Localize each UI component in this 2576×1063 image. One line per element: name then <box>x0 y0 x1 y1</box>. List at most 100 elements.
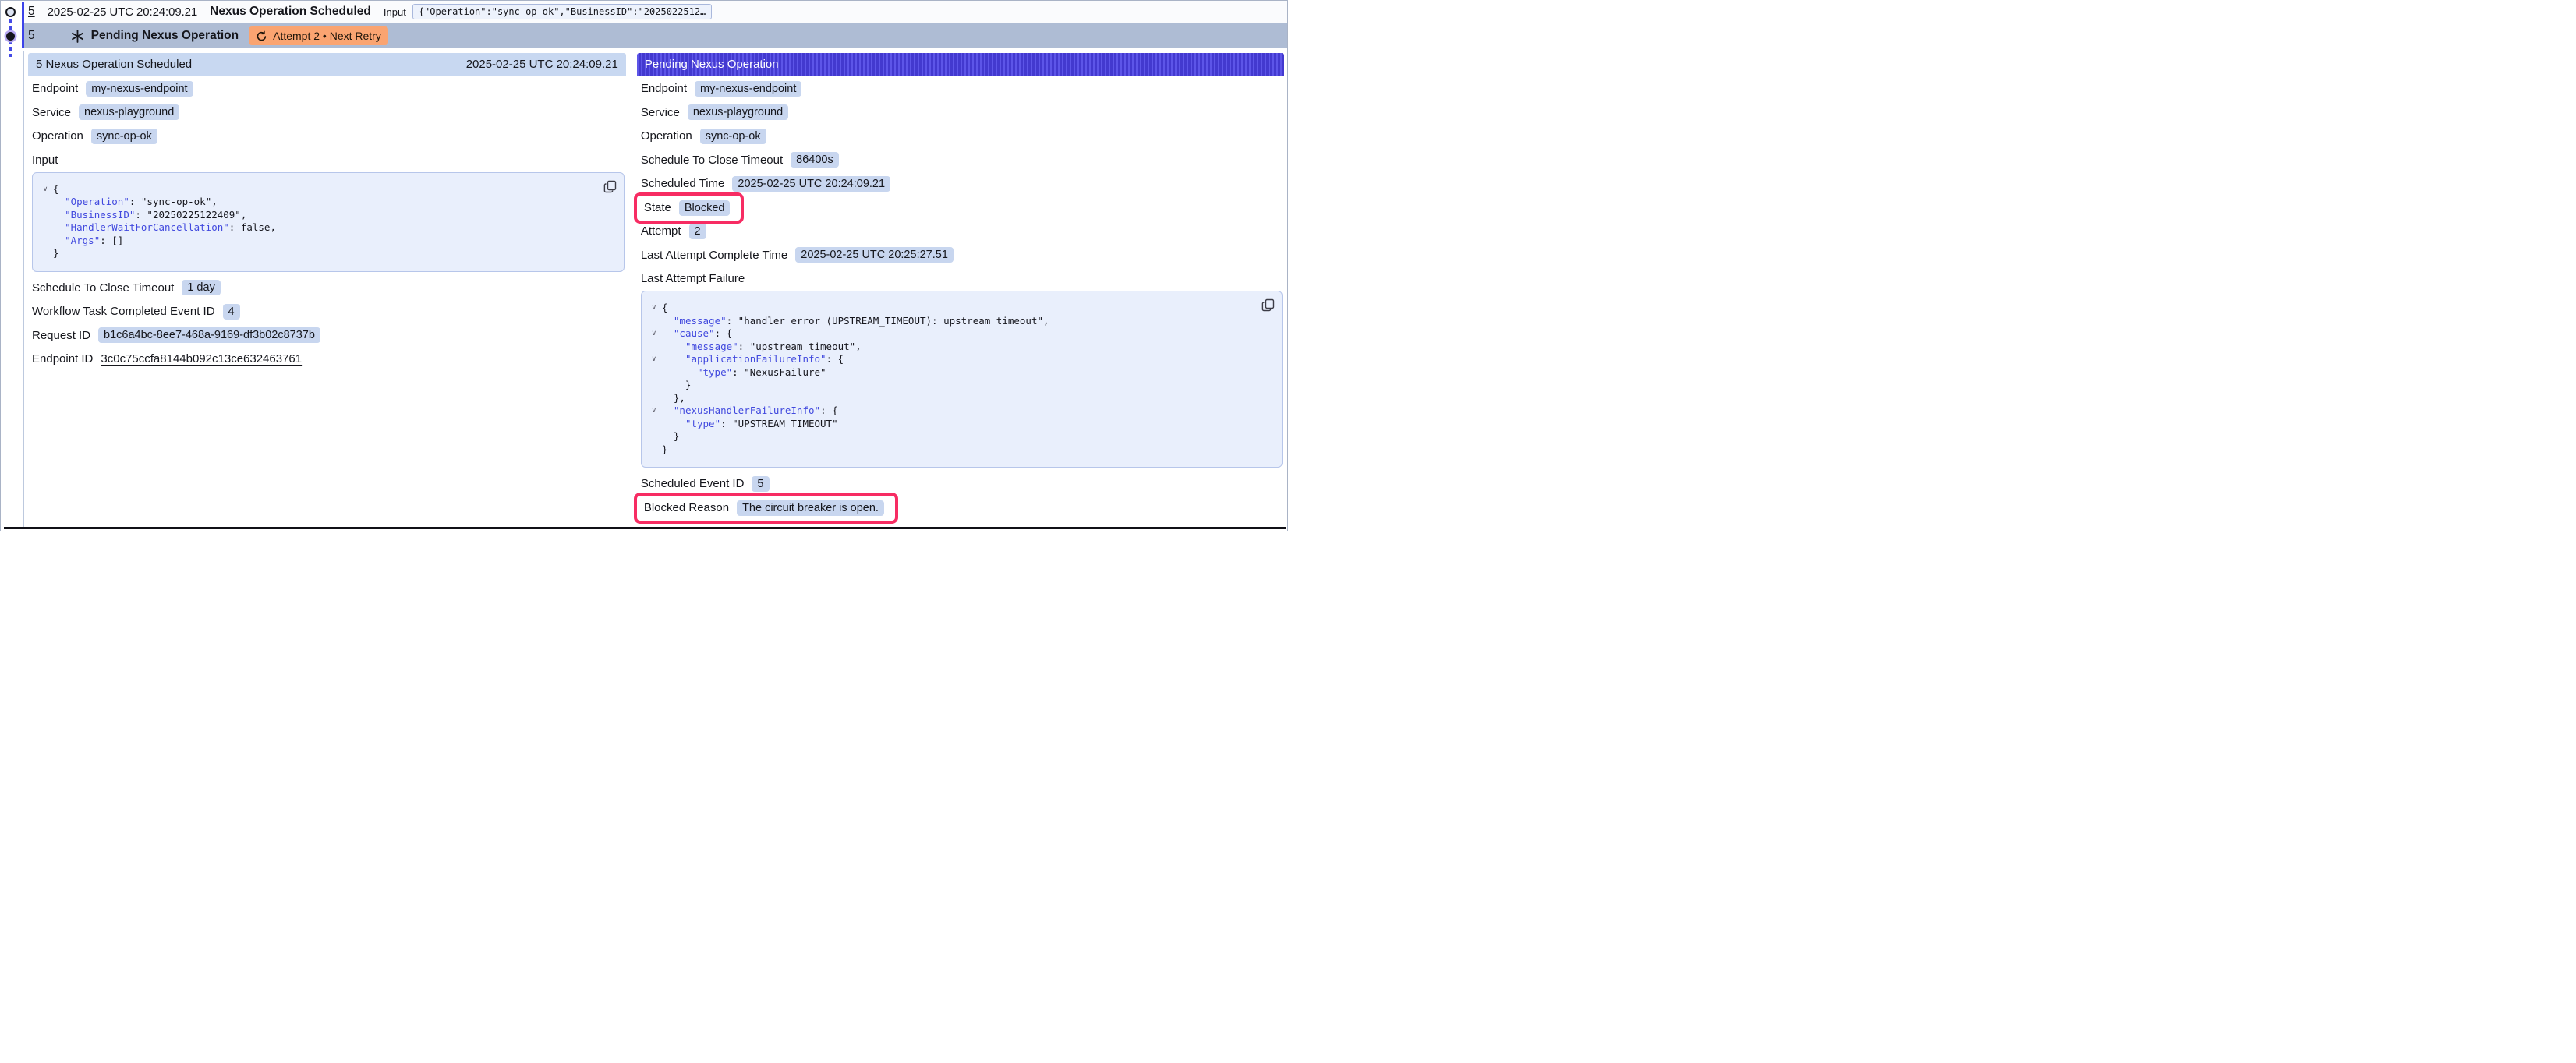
field-schedule-to-close-timeout: Schedule To Close Timeout 86400s <box>641 153 1283 168</box>
failure-json-code: ∨{ "message": "handler error (UPSTREAM_T… <box>646 302 1254 456</box>
left-panel-fields: Endpoint my-nexus-endpoint Service nexus… <box>28 76 626 366</box>
blocked-reason-annotation-box: Blocked Reason The circuit breaker is op… <box>634 493 898 524</box>
field-value-badge: sync-op-ok <box>91 129 157 144</box>
field-last-attempt-complete-time: Last Attempt Complete Time 2025-02-25 UT… <box>641 248 1283 263</box>
field-endpoint: Endpoint my-nexus-endpoint <box>32 81 625 96</box>
attempt-retry-badge: Attempt 2 • Next Retry <box>249 26 388 45</box>
event-row-nexus-operation-scheduled[interactable]: 5 2025-02-25 UTC 20:24:09.21 Nexus Opera… <box>24 1 1287 23</box>
field-value-badge: b1c6a4bc-8ee7-468a-9169-df3b02c8737b <box>98 327 320 343</box>
endpoint-id-link[interactable]: 3c0c75ccfa8144b092c13ce632463761 <box>101 352 302 366</box>
input-json-code: ∨{ "Operation": "sync-op-ok", "BusinessI… <box>37 183 596 260</box>
collapse-chevron-icon <box>37 209 53 222</box>
panel-nexus-operation-scheduled: 5 Nexus Operation Scheduled 2025-02-25 U… <box>28 53 626 528</box>
event-id-link[interactable]: 5 <box>28 5 35 19</box>
left-panel-timestamp: 2025-02-25 UTC 20:24:09.21 <box>466 58 618 71</box>
collapse-chevron-icon <box>646 430 662 443</box>
pending-event-id-link[interactable]: 5 <box>28 29 35 43</box>
pending-asterisk-icon <box>71 30 84 43</box>
event-input-preview[interactable]: {"Operation":"sync-op-ok","BusinessID":"… <box>412 4 712 19</box>
field-value-badge: 2025-02-25 UTC 20:24:09.21 <box>732 176 890 192</box>
collapse-chevron-icon <box>646 418 662 431</box>
expanded-group-bottom-border <box>4 527 1286 529</box>
field-blocked-reason: Blocked Reason The circuit breaker is op… <box>641 500 1283 515</box>
collapse-chevron-icon <box>646 341 662 354</box>
field-value-badge: 5 <box>752 476 769 492</box>
field-label: Service <box>32 106 71 119</box>
pending-event-title: Pending Nexus Operation <box>91 29 239 43</box>
copy-icon[interactable] <box>1261 298 1275 312</box>
field-scheduled-time: Scheduled Time 2025-02-25 UTC 20:24:09.2… <box>641 176 1283 191</box>
copy-icon[interactable] <box>603 180 617 193</box>
collapse-chevron-icon[interactable]: ∨ <box>646 302 662 315</box>
collapse-chevron-icon <box>646 392 662 405</box>
collapse-chevron-icon <box>37 235 53 248</box>
field-label: Schedule To Close Timeout <box>641 154 783 167</box>
collapse-chevron-icon <box>37 247 53 260</box>
state-value-badge: Blocked <box>679 200 731 216</box>
field-service: Service nexus-playground <box>641 105 1283 120</box>
collapse-chevron-icon[interactable]: ∨ <box>646 353 662 366</box>
field-value-badge: sync-op-ok <box>700 129 766 144</box>
right-panel-fields: Endpoint my-nexus-endpoint Service nexus… <box>637 76 1284 515</box>
collapse-chevron-icon <box>646 315 662 328</box>
field-label: Endpoint <box>641 82 687 95</box>
left-panel-header: 5 Nexus Operation Scheduled 2025-02-25 U… <box>28 53 626 76</box>
right-panel-header: Pending Nexus Operation <box>637 53 1284 76</box>
field-workflow-task-completed-event-id: Workflow Task Completed Event ID 4 <box>32 304 625 319</box>
event-timeline-filled-dot-icon <box>6 32 15 41</box>
collapse-chevron-icon <box>646 379 662 392</box>
event-timeline <box>1 1 24 71</box>
field-label: Last Attempt Complete Time <box>641 249 787 262</box>
attempt-retry-badge-label: Attempt 2 • Next Retry <box>273 30 381 42</box>
blocked-reason-value-badge: The circuit breaker is open. <box>737 500 884 516</box>
field-scheduled-event-id: Scheduled Event ID 5 <box>641 476 1283 491</box>
field-label: Endpoint ID <box>32 352 93 366</box>
selected-group-indicator <box>22 2 24 48</box>
field-label: State <box>644 201 671 214</box>
field-label: Blocked Reason <box>644 501 729 514</box>
event-timeline-open-dot-icon <box>5 7 16 17</box>
field-value-badge: 4 <box>223 304 240 320</box>
field-label: Operation <box>32 129 83 143</box>
field-attempt: Attempt 2 <box>641 224 1283 238</box>
field-value-badge: 2 <box>689 224 706 239</box>
field-request-id: Request ID b1c6a4bc-8ee7-468a-9169-df3b0… <box>32 328 625 343</box>
field-operation: Operation sync-op-ok <box>641 129 1283 143</box>
field-label: Schedule To Close Timeout <box>32 281 174 295</box>
field-schedule-to-close-timeout: Schedule To Close Timeout 1 day <box>32 281 625 295</box>
field-label: Request ID <box>32 329 90 342</box>
field-value-badge: nexus-playground <box>688 104 788 120</box>
collapse-chevron-icon[interactable]: ∨ <box>646 404 662 418</box>
field-label: Service <box>641 106 680 119</box>
field-value-badge: nexus-playground <box>79 104 179 120</box>
field-label: Scheduled Event ID <box>641 477 745 490</box>
state-annotation-box: State Blocked <box>634 192 745 224</box>
retry-icon <box>256 30 267 42</box>
collapse-chevron-icon <box>37 196 53 209</box>
event-timestamp: 2025-02-25 UTC 20:24:09.21 <box>48 5 198 19</box>
right-panel-title: Pending Nexus Operation <box>645 58 779 71</box>
field-value-badge: 86400s <box>791 152 839 168</box>
collapse-chevron-icon <box>646 366 662 380</box>
field-value-badge: 1 day <box>182 280 220 295</box>
field-value-badge: my-nexus-endpoint <box>86 81 193 97</box>
field-service: Service nexus-playground <box>32 105 625 120</box>
event-history-rows: 5 2025-02-25 UTC 20:24:09.21 Nexus Opera… <box>24 1 1287 48</box>
collapse-chevron-icon <box>37 221 53 235</box>
field-value-badge: 2025-02-25 UTC 20:25:27.51 <box>795 247 954 263</box>
field-endpoint-id: Endpoint ID 3c0c75ccfa8144b092c13ce63246… <box>32 351 625 366</box>
field-label: Scheduled Time <box>641 177 725 190</box>
event-input-label: Input <box>384 6 406 18</box>
field-value-badge: my-nexus-endpoint <box>695 81 801 97</box>
collapse-chevron-icon <box>646 443 662 457</box>
panel-pending-nexus-operation: Pending Nexus Operation Endpoint my-nexu… <box>637 53 1284 528</box>
field-label: Endpoint <box>32 82 78 95</box>
collapse-chevron-icon[interactable]: ∨ <box>37 183 53 196</box>
event-row-pending-nexus-operation[interactable]: 5 Pending Nexus Operation Attempt 2 • Ne… <box>24 23 1287 48</box>
collapse-chevron-icon[interactable]: ∨ <box>646 327 662 341</box>
failure-block-label: Last Attempt Failure <box>641 271 1283 286</box>
event-detail-panels: 5 Nexus Operation Scheduled 2025-02-25 U… <box>23 51 1285 528</box>
field-operation: Operation sync-op-ok <box>32 129 625 143</box>
left-panel-title: 5 Nexus Operation Scheduled <box>36 58 192 71</box>
input-block-label: Input <box>32 153 625 168</box>
